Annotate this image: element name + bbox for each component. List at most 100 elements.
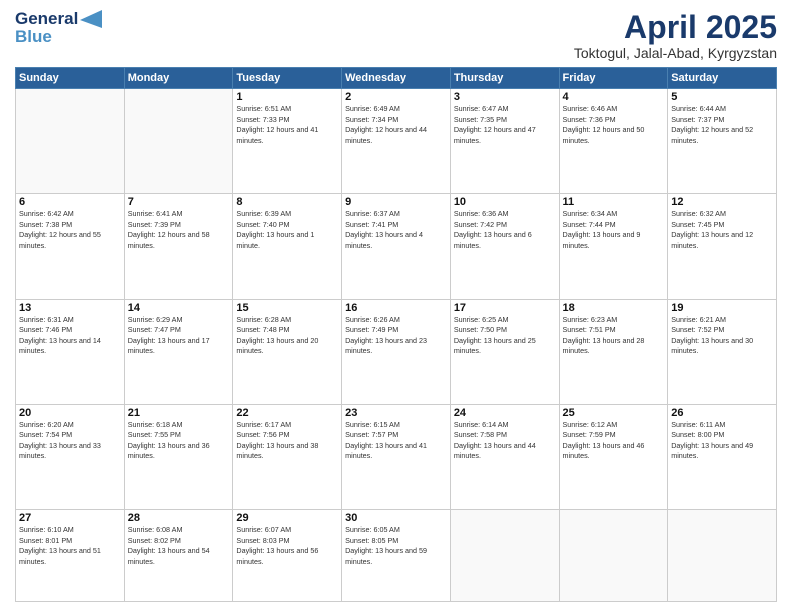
day-number: 30	[345, 512, 447, 524]
week-row-1: 1Sunrise: 6:51 AMSunset: 7:33 PMDaylight…	[16, 89, 777, 194]
day-cell: 29Sunrise: 6:07 AMSunset: 8:03 PMDayligh…	[233, 510, 342, 602]
logo: General Blue	[15, 10, 102, 46]
day-number: 5	[671, 91, 773, 103]
col-header-wednesday: Wednesday	[342, 68, 451, 89]
day-info: Sunrise: 6:12 AMSunset: 7:59 PMDaylight:…	[563, 420, 665, 462]
day-cell	[16, 89, 125, 194]
day-info: Sunrise: 6:23 AMSunset: 7:51 PMDaylight:…	[563, 315, 665, 357]
day-info: Sunrise: 6:49 AMSunset: 7:34 PMDaylight:…	[345, 104, 447, 146]
day-cell: 10Sunrise: 6:36 AMSunset: 7:42 PMDayligh…	[450, 194, 559, 299]
col-header-friday: Friday	[559, 68, 668, 89]
week-row-2: 6Sunrise: 6:42 AMSunset: 7:38 PMDaylight…	[16, 194, 777, 299]
day-info: Sunrise: 6:10 AMSunset: 8:01 PMDaylight:…	[19, 525, 121, 567]
day-number: 21	[128, 407, 230, 419]
day-cell: 28Sunrise: 6:08 AMSunset: 8:02 PMDayligh…	[124, 510, 233, 602]
day-cell: 24Sunrise: 6:14 AMSunset: 7:58 PMDayligh…	[450, 404, 559, 509]
day-info: Sunrise: 6:44 AMSunset: 7:37 PMDaylight:…	[671, 104, 773, 146]
day-info: Sunrise: 6:11 AMSunset: 8:00 PMDaylight:…	[671, 420, 773, 462]
day-cell	[450, 510, 559, 602]
day-cell: 20Sunrise: 6:20 AMSunset: 7:54 PMDayligh…	[16, 404, 125, 509]
day-info: Sunrise: 6:47 AMSunset: 7:35 PMDaylight:…	[454, 104, 556, 146]
day-cell: 19Sunrise: 6:21 AMSunset: 7:52 PMDayligh…	[668, 299, 777, 404]
day-cell: 3Sunrise: 6:47 AMSunset: 7:35 PMDaylight…	[450, 89, 559, 194]
title-block: April 2025 Toktogul, Jalal-Abad, Kyrgyzs…	[574, 10, 777, 61]
day-info: Sunrise: 6:42 AMSunset: 7:38 PMDaylight:…	[19, 209, 121, 251]
day-number: 23	[345, 407, 447, 419]
main-title: April 2025	[574, 10, 777, 45]
day-info: Sunrise: 6:21 AMSunset: 7:52 PMDaylight:…	[671, 315, 773, 357]
day-cell: 16Sunrise: 6:26 AMSunset: 7:49 PMDayligh…	[342, 299, 451, 404]
day-number: 3	[454, 91, 556, 103]
day-info: Sunrise: 6:26 AMSunset: 7:49 PMDaylight:…	[345, 315, 447, 357]
logo-icon	[80, 10, 102, 38]
day-info: Sunrise: 6:51 AMSunset: 7:33 PMDaylight:…	[236, 104, 338, 146]
day-number: 12	[671, 196, 773, 208]
day-cell: 14Sunrise: 6:29 AMSunset: 7:47 PMDayligh…	[124, 299, 233, 404]
day-number: 28	[128, 512, 230, 524]
day-number: 9	[345, 196, 447, 208]
day-info: Sunrise: 6:31 AMSunset: 7:46 PMDaylight:…	[19, 315, 121, 357]
day-info: Sunrise: 6:39 AMSunset: 7:40 PMDaylight:…	[236, 209, 338, 251]
day-info: Sunrise: 6:41 AMSunset: 7:39 PMDaylight:…	[128, 209, 230, 251]
day-number: 29	[236, 512, 338, 524]
day-info: Sunrise: 6:17 AMSunset: 7:56 PMDaylight:…	[236, 420, 338, 462]
day-info: Sunrise: 6:18 AMSunset: 7:55 PMDaylight:…	[128, 420, 230, 462]
day-info: Sunrise: 6:05 AMSunset: 8:05 PMDaylight:…	[345, 525, 447, 567]
day-info: Sunrise: 6:14 AMSunset: 7:58 PMDaylight:…	[454, 420, 556, 462]
day-number: 26	[671, 407, 773, 419]
week-row-5: 27Sunrise: 6:10 AMSunset: 8:01 PMDayligh…	[16, 510, 777, 602]
day-number: 20	[19, 407, 121, 419]
day-cell: 5Sunrise: 6:44 AMSunset: 7:37 PMDaylight…	[668, 89, 777, 194]
calendar-table: SundayMondayTuesdayWednesdayThursdayFrid…	[15, 67, 777, 602]
day-cell	[668, 510, 777, 602]
day-number: 22	[236, 407, 338, 419]
day-info: Sunrise: 6:20 AMSunset: 7:54 PMDaylight:…	[19, 420, 121, 462]
day-cell: 15Sunrise: 6:28 AMSunset: 7:48 PMDayligh…	[233, 299, 342, 404]
day-info: Sunrise: 6:15 AMSunset: 7:57 PMDaylight:…	[345, 420, 447, 462]
day-cell: 6Sunrise: 6:42 AMSunset: 7:38 PMDaylight…	[16, 194, 125, 299]
day-number: 14	[128, 302, 230, 314]
day-number: 4	[563, 91, 665, 103]
day-number: 15	[236, 302, 338, 314]
day-number: 18	[563, 302, 665, 314]
day-number: 19	[671, 302, 773, 314]
page: General Blue April 2025 Toktogul, Jalal-…	[0, 0, 792, 612]
day-info: Sunrise: 6:29 AMSunset: 7:47 PMDaylight:…	[128, 315, 230, 357]
day-cell: 21Sunrise: 6:18 AMSunset: 7:55 PMDayligh…	[124, 404, 233, 509]
day-number: 7	[128, 196, 230, 208]
week-row-3: 13Sunrise: 6:31 AMSunset: 7:46 PMDayligh…	[16, 299, 777, 404]
logo-blue: Blue	[15, 28, 78, 46]
col-header-tuesday: Tuesday	[233, 68, 342, 89]
day-info: Sunrise: 6:07 AMSunset: 8:03 PMDaylight:…	[236, 525, 338, 567]
day-number: 16	[345, 302, 447, 314]
header: General Blue April 2025 Toktogul, Jalal-…	[15, 10, 777, 61]
day-number: 8	[236, 196, 338, 208]
logo-general: General	[15, 10, 78, 28]
day-cell: 12Sunrise: 6:32 AMSunset: 7:45 PMDayligh…	[668, 194, 777, 299]
week-row-4: 20Sunrise: 6:20 AMSunset: 7:54 PMDayligh…	[16, 404, 777, 509]
day-number: 1	[236, 91, 338, 103]
day-cell: 11Sunrise: 6:34 AMSunset: 7:44 PMDayligh…	[559, 194, 668, 299]
day-number: 25	[563, 407, 665, 419]
day-cell: 4Sunrise: 6:46 AMSunset: 7:36 PMDaylight…	[559, 89, 668, 194]
day-number: 11	[563, 196, 665, 208]
day-number: 6	[19, 196, 121, 208]
day-info: Sunrise: 6:37 AMSunset: 7:41 PMDaylight:…	[345, 209, 447, 251]
day-number: 2	[345, 91, 447, 103]
col-header-saturday: Saturday	[668, 68, 777, 89]
day-cell	[559, 510, 668, 602]
day-cell: 9Sunrise: 6:37 AMSunset: 7:41 PMDaylight…	[342, 194, 451, 299]
day-cell: 26Sunrise: 6:11 AMSunset: 8:00 PMDayligh…	[668, 404, 777, 509]
day-cell: 30Sunrise: 6:05 AMSunset: 8:05 PMDayligh…	[342, 510, 451, 602]
day-cell: 1Sunrise: 6:51 AMSunset: 7:33 PMDaylight…	[233, 89, 342, 194]
day-number: 17	[454, 302, 556, 314]
day-cell: 23Sunrise: 6:15 AMSunset: 7:57 PMDayligh…	[342, 404, 451, 509]
day-cell: 22Sunrise: 6:17 AMSunset: 7:56 PMDayligh…	[233, 404, 342, 509]
day-info: Sunrise: 6:46 AMSunset: 7:36 PMDaylight:…	[563, 104, 665, 146]
day-cell: 8Sunrise: 6:39 AMSunset: 7:40 PMDaylight…	[233, 194, 342, 299]
subtitle: Toktogul, Jalal-Abad, Kyrgyzstan	[574, 45, 777, 61]
day-number: 24	[454, 407, 556, 419]
day-info: Sunrise: 6:36 AMSunset: 7:42 PMDaylight:…	[454, 209, 556, 251]
day-info: Sunrise: 6:34 AMSunset: 7:44 PMDaylight:…	[563, 209, 665, 251]
day-cell: 25Sunrise: 6:12 AMSunset: 7:59 PMDayligh…	[559, 404, 668, 509]
